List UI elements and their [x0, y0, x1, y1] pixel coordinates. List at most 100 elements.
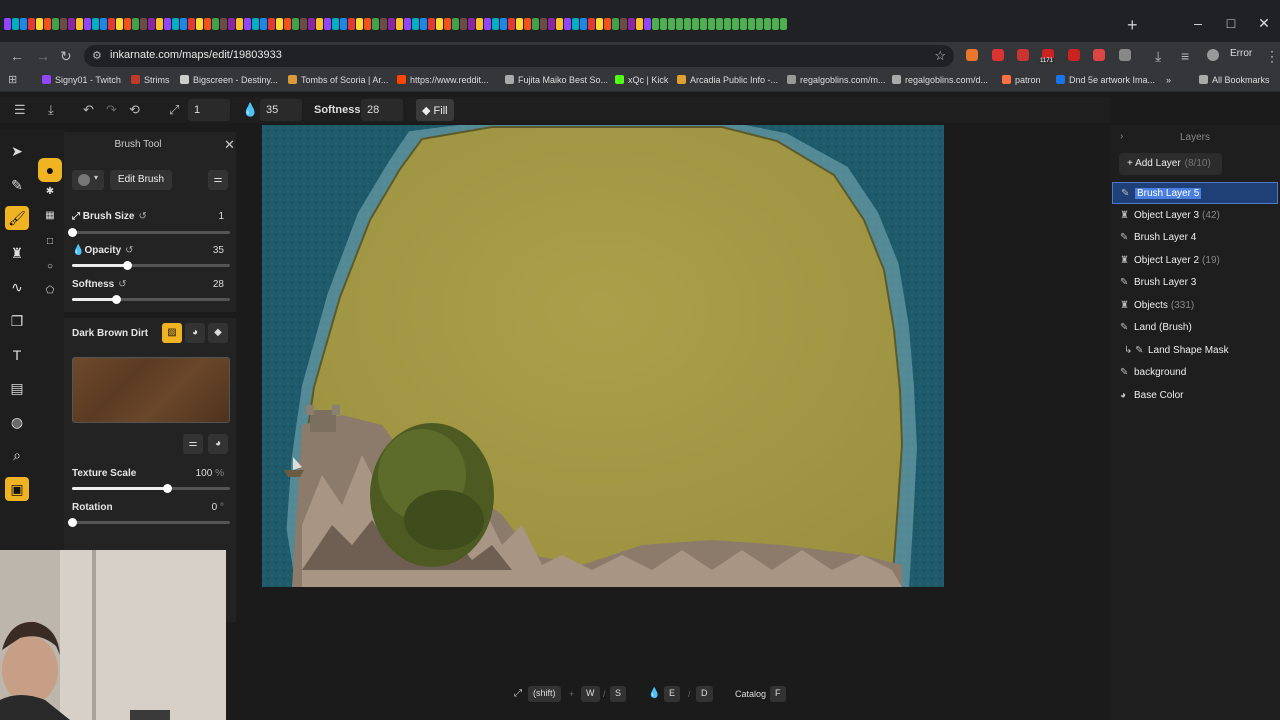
pinned-tab[interactable]: [84, 18, 91, 30]
slider-handle[interactable]: [123, 261, 133, 270]
extension-icon[interactable]: [1093, 49, 1105, 61]
pinned-tab[interactable]: [596, 18, 603, 30]
pinned-tab[interactable]: [324, 18, 331, 30]
bookmark-item[interactable]: Fujita Maiko Best So...: [505, 75, 608, 85]
pinned-tab[interactable]: [76, 18, 83, 30]
pinned-tab[interactable]: [140, 18, 147, 30]
brush-size-slider[interactable]: [68, 228, 230, 237]
pinned-tab[interactable]: [92, 18, 99, 30]
brush-color-picker[interactable]: ▾: [72, 170, 104, 190]
reset-icon[interactable]: ↺: [138, 211, 146, 222]
layer-item[interactable]: ✎ Brush Layer 3: [1112, 272, 1278, 294]
pinned-tab[interactable]: [428, 18, 435, 30]
texture-pattern-icon[interactable]: ▨: [162, 323, 182, 343]
pinned-tab[interactable]: [780, 18, 787, 30]
pinned-tab[interactable]: [220, 18, 227, 30]
layer-item[interactable]: ✎ background: [1112, 362, 1278, 384]
extension-icon[interactable]: [992, 49, 1004, 61]
pinned-tab[interactable]: [108, 18, 115, 30]
download-icon[interactable]: ⤓: [1155, 48, 1161, 65]
pinned-tab[interactable]: [100, 18, 107, 30]
back-icon[interactable]: ←: [10, 48, 24, 64]
texture-scale-value[interactable]: 100 %: [184, 468, 224, 479]
pinned-tab[interactable]: [556, 18, 563, 30]
add-layer-button[interactable]: + Add Layer (8/10): [1119, 153, 1222, 175]
layer-item[interactable]: ✎ Land (Brush): [1112, 317, 1278, 339]
bookmark-item[interactable]: Signy01 - Twitch: [42, 75, 121, 85]
kebab-menu-icon[interactable]: ⋮: [1265, 48, 1279, 65]
pinned-tab[interactable]: [612, 18, 619, 30]
pinned-tab[interactable]: [692, 18, 699, 30]
bookmark-star-icon[interactable]: ☆: [934, 48, 946, 64]
extension-icon[interactable]: [1017, 49, 1029, 61]
pinned-tab[interactable]: [604, 18, 611, 30]
pinned-tab[interactable]: [364, 18, 371, 30]
bookmark-item[interactable]: Strims: [131, 75, 170, 85]
square-shape-icon[interactable]: □: [43, 236, 57, 247]
pinned-tab[interactable]: [28, 18, 35, 30]
pinned-tab[interactable]: [180, 18, 187, 30]
reading-list-icon[interactable]: ≡: [1181, 48, 1189, 64]
pinned-tab[interactable]: [164, 18, 171, 30]
softness-value[interactable]: 28: [184, 279, 224, 290]
notes-tool-icon[interactable]: ▤: [5, 376, 29, 400]
pinned-tab[interactable]: [244, 18, 251, 30]
shape-tool-icon[interactable]: ❐: [5, 309, 29, 333]
pinned-tab[interactable]: [748, 18, 755, 30]
pinned-tab[interactable]: [772, 18, 779, 30]
bookmarks-overflow-icon[interactable]: »: [1166, 75, 1171, 85]
pinned-tab[interactable]: [756, 18, 763, 30]
pinned-tab[interactable]: [564, 18, 571, 30]
texture-settings-icon[interactable]: ⚌: [183, 434, 203, 454]
redo-icon[interactable]: ↷: [106, 102, 117, 118]
pinned-tab[interactable]: [484, 18, 491, 30]
all-bookmarks[interactable]: All Bookmarks: [1199, 75, 1270, 85]
forward-icon[interactable]: →: [36, 48, 50, 64]
bookmark-item[interactable]: Bigscreen - Destiny...: [180, 75, 278, 85]
slider-handle[interactable]: [68, 228, 77, 237]
undo-icon[interactable]: ↶: [83, 102, 94, 118]
pinned-tab[interactable]: [172, 18, 179, 30]
error-badge[interactable]: Error: [1230, 48, 1252, 59]
pinned-tab[interactable]: [580, 18, 587, 30]
apps-grid-icon[interactable]: ⊞: [8, 73, 17, 86]
opacity-input[interactable]: 35: [260, 99, 302, 121]
text-tool-icon[interactable]: T: [5, 343, 29, 367]
pinned-tab[interactable]: [700, 18, 707, 30]
stamp-mode-icon[interactable]: ✱: [43, 186, 57, 197]
pinned-tab[interactable]: [732, 18, 739, 30]
softness-input[interactable]: 28: [361, 99, 403, 121]
export-icon[interactable]: ⤓: [48, 102, 54, 118]
pinned-tab[interactable]: [452, 18, 459, 30]
pinned-tab[interactable]: [676, 18, 683, 30]
pinned-tab[interactable]: [628, 18, 635, 30]
url-text[interactable]: inkarnate.com/maps/edit/19803933: [110, 49, 282, 61]
reload-icon[interactable]: ↻: [60, 48, 72, 65]
pinned-tab[interactable]: [540, 18, 547, 30]
pinned-tab[interactable]: [236, 18, 243, 30]
pinned-tab[interactable]: [404, 18, 411, 30]
pinned-tabs[interactable]: [4, 18, 1104, 32]
pinned-tab[interactable]: [340, 18, 347, 30]
pinned-tab[interactable]: [636, 18, 643, 30]
brush-tool-icon[interactable]: 🖌: [5, 206, 29, 230]
pinned-tab[interactable]: [388, 18, 395, 30]
bookmark-item[interactable]: https://www.reddit...: [397, 75, 489, 85]
slider-handle[interactable]: [162, 484, 172, 493]
polygon-shape-icon[interactable]: ⬠: [43, 285, 57, 296]
path-tool-icon[interactable]: ∿: [5, 275, 29, 299]
pinned-tab[interactable]: [60, 18, 67, 30]
new-tab-icon[interactable]: +: [1127, 15, 1138, 36]
extensions-puzzle-icon[interactable]: [1119, 49, 1131, 61]
pinned-tab[interactable]: [380, 18, 387, 30]
pinned-tab[interactable]: [228, 18, 235, 30]
pinned-tab[interactable]: [620, 18, 627, 30]
bookmark-item[interactable]: regalgoblins.com/m...: [787, 75, 886, 85]
pinned-tab[interactable]: [740, 18, 747, 30]
pinned-tab[interactable]: [476, 18, 483, 30]
pinned-tab[interactable]: [148, 18, 155, 30]
bookmark-item[interactable]: Arcadia Public Info -...: [677, 75, 778, 85]
slider-handle[interactable]: [112, 295, 122, 304]
pinned-tab[interactable]: [684, 18, 691, 30]
pinned-tab[interactable]: [548, 18, 555, 30]
